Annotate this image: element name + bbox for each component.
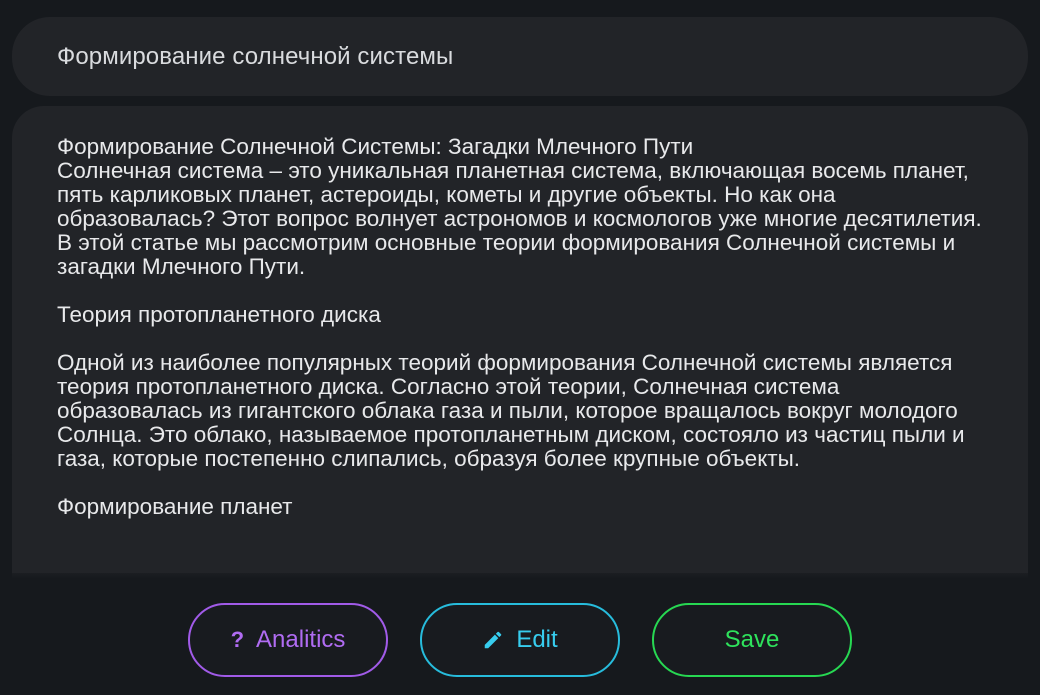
edit-button-label: Edit [516,626,558,653]
article-heading: Формирование Солнечной Системы: Загадки … [57,134,694,159]
section-paragraph: Одной из наиболее популярных теорий форм… [57,350,965,471]
edit-button[interactable]: Edit [420,603,620,677]
section-title: Формирование планет [57,494,293,519]
article-title: Формирование солнечной системы [57,42,454,70]
title-field[interactable]: Формирование солнечной системы [12,17,1028,96]
action-bar: ? Analitics Edit Save [0,603,1040,679]
article-body: Формирование Солнечной Системы: Загадки … [57,135,988,519]
analytics-button-label: Analitics [256,626,346,653]
save-button[interactable]: Save [652,603,852,677]
question-mark-icon: ? [230,627,245,652]
save-button-label: Save [724,626,780,653]
article-editor: Формирование солнечной системы Формирова… [0,0,1040,695]
section-title: Теория протопланетного диска [57,302,381,327]
article-intro: Солнечная система – это уникальная плане… [57,158,982,279]
analytics-button[interactable]: ? Analitics [188,603,388,677]
pencil-icon [482,629,504,651]
article-content-area[interactable]: Формирование Солнечной Системы: Загадки … [12,106,1028,573]
content-fade [12,573,1028,579]
